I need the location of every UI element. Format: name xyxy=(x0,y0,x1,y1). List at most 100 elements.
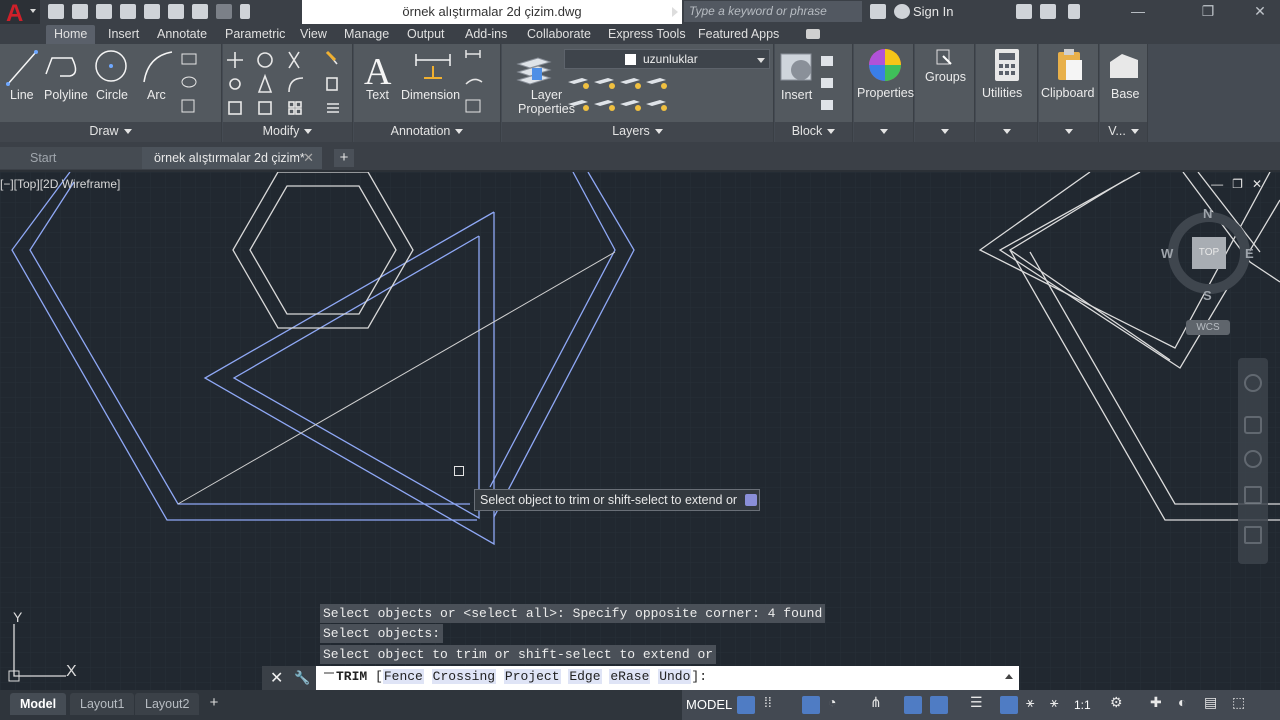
close-icon[interactable]: ✕ xyxy=(1252,177,1262,191)
close-icon[interactable]: ✕ xyxy=(270,668,283,688)
add-layout-button[interactable]: + xyxy=(204,693,224,713)
open-file-icon[interactable] xyxy=(72,4,88,19)
text-tool[interactable]: Text xyxy=(366,88,389,102)
ortho-icon[interactable] xyxy=(802,696,820,714)
groups-panel[interactable]: Groups xyxy=(915,44,975,142)
layer-dropdown[interactable]: uzunluklar xyxy=(564,49,770,69)
tab-collaborate[interactable]: Collaborate xyxy=(527,27,591,41)
line-tool[interactable]: Line xyxy=(10,88,34,102)
tab-output[interactable]: Output xyxy=(407,27,445,41)
tab-layout2[interactable]: Layout2 xyxy=(135,693,200,715)
orbit-icon[interactable] xyxy=(1244,486,1262,504)
tab-annotate[interactable]: Annotate xyxy=(157,27,207,41)
viewcube[interactable]: N S E W TOP xyxy=(1161,206,1255,303)
dynamic-input-options-icon[interactable] xyxy=(745,494,757,506)
annotation-visibility-icon[interactable] xyxy=(1000,696,1018,714)
pan-hand-icon[interactable] xyxy=(1244,416,1262,434)
tab-layout1[interactable]: Layout1 xyxy=(70,693,135,715)
undo-icon[interactable] xyxy=(192,4,208,19)
tab-home[interactable]: Home xyxy=(46,25,96,44)
gear-icon[interactable]: ⚙ xyxy=(1110,694,1123,711)
option-erase[interactable]: eRase xyxy=(609,669,651,684)
layer-properties-button[interactable]: Layer Properties xyxy=(518,88,575,116)
a360-icon[interactable] xyxy=(1040,4,1056,19)
command-input[interactable]: TRIM [Fence Crossing Project Edge eRase … xyxy=(336,669,707,684)
tab-add-ins[interactable]: Add-ins xyxy=(465,27,507,41)
new-file-icon[interactable] xyxy=(48,4,64,19)
snap-icon[interactable]: ⁞⁞ xyxy=(764,694,772,710)
tab-view[interactable]: View xyxy=(300,27,327,41)
block-panel-title[interactable]: Block xyxy=(775,122,852,142)
properties-panel-title[interactable] xyxy=(854,122,913,142)
new-tab-button[interactable]: + xyxy=(334,149,354,167)
object-snap-icon[interactable] xyxy=(930,696,948,714)
help-icon[interactable] xyxy=(1068,4,1080,19)
tab-express-tools[interactable]: Express Tools xyxy=(608,27,686,41)
annotation-scale-value[interactable]: 1:1 xyxy=(1074,698,1091,712)
polyline-tool[interactable]: Polyline xyxy=(44,88,88,102)
save-as-icon[interactable] xyxy=(120,4,136,19)
option-undo[interactable]: Undo xyxy=(658,669,692,684)
minimize-icon[interactable]: — xyxy=(1130,3,1146,19)
layers-panel-title[interactable]: Layers xyxy=(502,122,773,142)
compass-north[interactable]: N xyxy=(1203,206,1212,221)
tab-parametric[interactable]: Parametric xyxy=(225,27,285,41)
option-crossing[interactable]: Crossing xyxy=(431,669,497,684)
tab-document[interactable]: örnek alıştırmalar 2d çizim* ✕ xyxy=(142,147,322,169)
customize-qat-icon[interactable] xyxy=(240,4,250,19)
drawing-viewport[interactable]: [−][Top][2D Wireframe] — ❐ ✕ N S E W TOP… xyxy=(0,172,1280,690)
wcs-menu[interactable]: WCS xyxy=(1186,320,1230,335)
draw-panel-title[interactable]: Draw xyxy=(0,122,221,142)
utilities-panel-title[interactable] xyxy=(976,122,1037,142)
tab-model[interactable]: Model xyxy=(10,693,67,715)
viewcube-top-face[interactable]: TOP xyxy=(1192,237,1226,269)
expand-arrow-icon[interactable] xyxy=(672,7,678,17)
grid-icon[interactable] xyxy=(737,696,755,714)
command-line[interactable]: ✕ 🔧 TRIM [Fence Crossing Project Edge eR… xyxy=(262,666,1019,690)
lineweight-icon[interactable]: ☰ xyxy=(970,694,983,711)
insert-button[interactable]: Insert xyxy=(781,88,812,102)
object-snap-tracking-icon[interactable] xyxy=(904,696,922,714)
plus-icon[interactable]: ✚ xyxy=(1150,694,1162,711)
search-input[interactable]: Type a keyword or phrase xyxy=(684,1,862,22)
view-panel-title[interactable]: V... xyxy=(1100,122,1147,142)
option-edge[interactable]: Edge xyxy=(568,669,602,684)
command-prompt-icon[interactable] xyxy=(324,672,334,682)
clipboard-panel[interactable]: Clipboard xyxy=(1039,44,1099,142)
ribbon-toggle-icon[interactable] xyxy=(806,29,820,39)
sign-in-link[interactable]: Sign In xyxy=(913,4,953,19)
annotation-scale-icon[interactable]: ⚹ xyxy=(1050,694,1058,711)
zoom-icon[interactable] xyxy=(1244,450,1262,468)
application-menu-button[interactable]: A xyxy=(0,0,40,27)
isolate-objects-icon[interactable]: ◐ xyxy=(1178,694,1186,710)
save-icon[interactable] xyxy=(96,4,112,19)
wrench-icon[interactable]: 🔧 xyxy=(294,670,310,685)
auto-scale-icon[interactable]: ⚹ xyxy=(1026,694,1034,711)
tab-start[interactable]: Start xyxy=(0,147,142,169)
option-fence[interactable]: Fence xyxy=(382,669,424,684)
utilities-panel[interactable]: Utilities xyxy=(976,44,1038,142)
viewport-label[interactable]: [−][Top][2D Wireframe] xyxy=(0,177,120,191)
isodraft-icon[interactable]: ⋔ xyxy=(870,694,882,711)
compass-south[interactable]: S xyxy=(1203,288,1212,303)
compass-east[interactable]: E xyxy=(1245,246,1254,261)
option-project[interactable]: Project xyxy=(503,669,561,684)
cart-icon[interactable] xyxy=(1016,4,1032,19)
steering-wheel-icon[interactable] xyxy=(1244,374,1262,392)
restore-icon[interactable]: ❐ xyxy=(1232,177,1243,191)
arc-tool[interactable]: Arc xyxy=(147,88,166,102)
clean-screen-icon[interactable]: ⬚ xyxy=(1232,694,1245,711)
clipboard-panel-title[interactable] xyxy=(1039,122,1098,142)
binoculars-icon[interactable] xyxy=(870,4,886,19)
close-tab-icon[interactable]: ✕ xyxy=(303,147,314,169)
redo-icon[interactable] xyxy=(216,4,232,19)
dimension-tool[interactable]: Dimension xyxy=(401,88,460,102)
view-panel[interactable]: Base V... xyxy=(1100,44,1148,142)
tab-insert[interactable]: Insert xyxy=(108,27,139,41)
modify-panel-title[interactable]: Modify xyxy=(223,122,352,142)
compass-west[interactable]: W xyxy=(1161,246,1173,261)
hardware-acceleration-icon[interactable]: ▤ xyxy=(1204,694,1217,711)
minimize-icon[interactable]: — xyxy=(1211,177,1223,191)
annotation-panel-title[interactable]: Annotation xyxy=(354,122,500,142)
restore-icon[interactable]: ❐ xyxy=(1200,3,1216,19)
